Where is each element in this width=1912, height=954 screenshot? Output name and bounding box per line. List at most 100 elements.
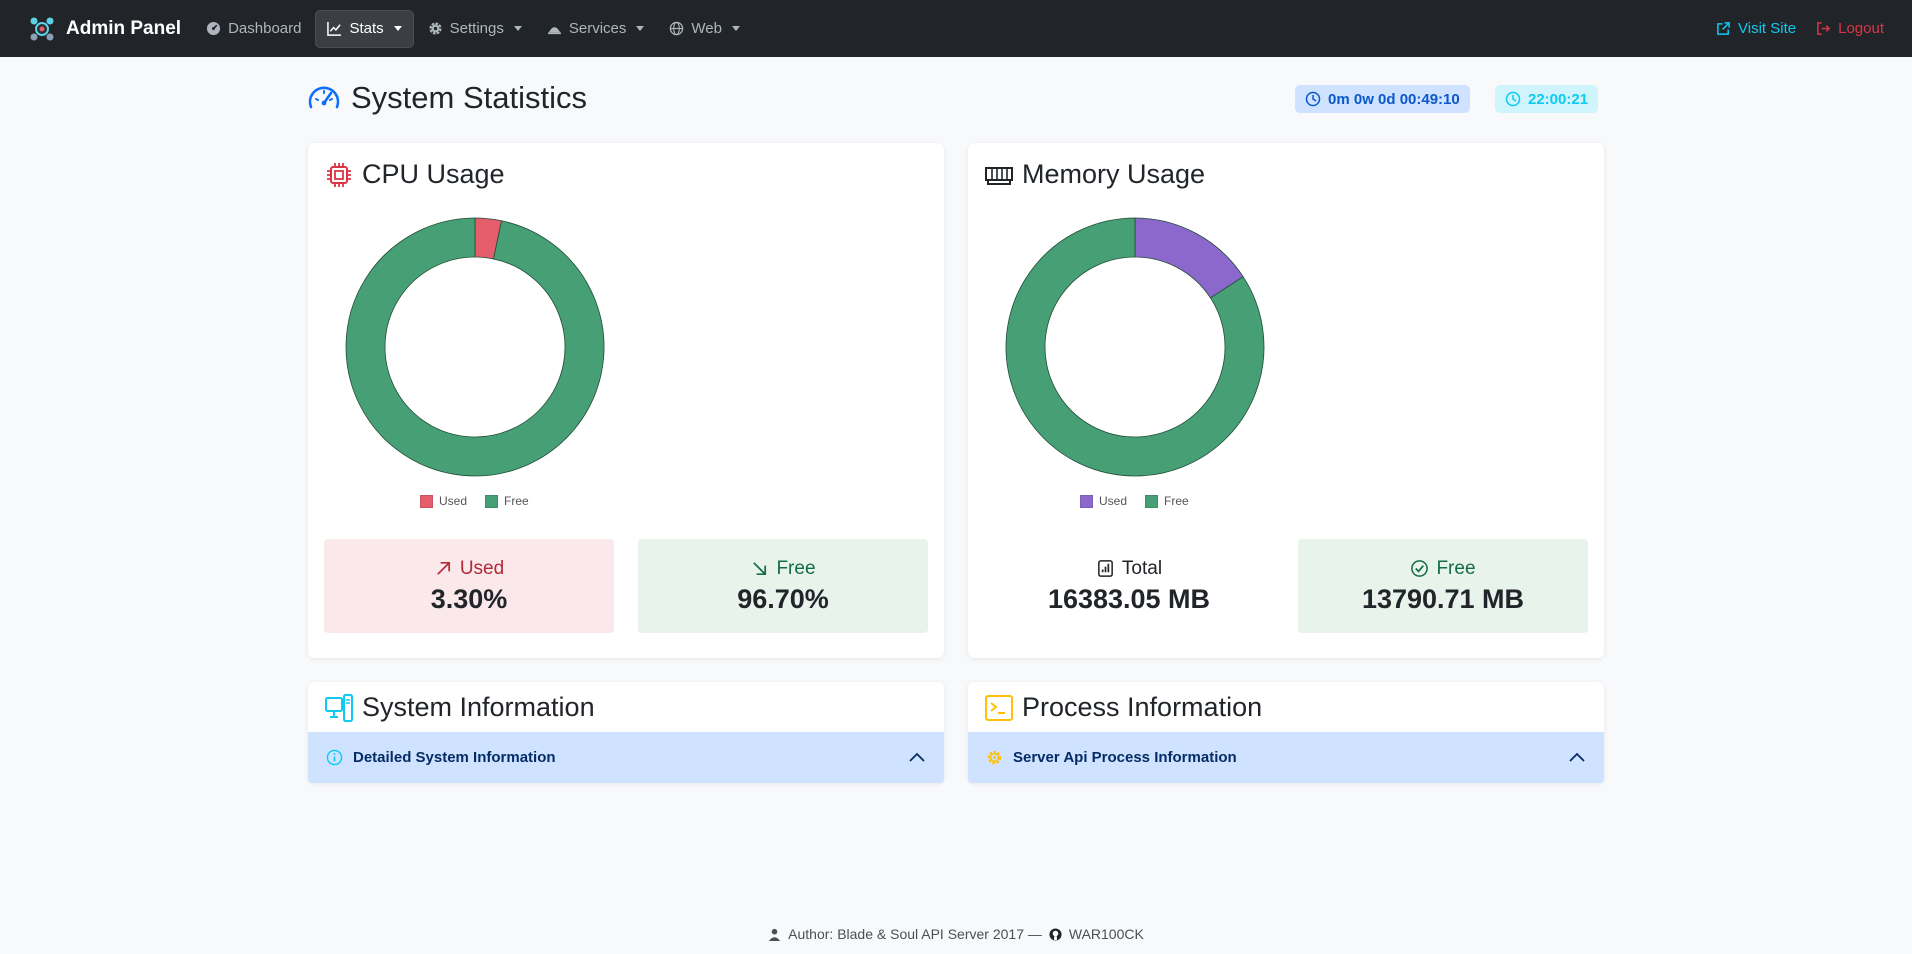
cpu-card: CPU Usage Used Free Used 3.30% Free 96.7… (308, 143, 944, 658)
memory-free-value: 13790.71 MB (1361, 583, 1525, 614)
logout-link[interactable]: Logout (1816, 20, 1884, 37)
chevron-down-icon (513, 26, 522, 31)
chevron-up-icon (1569, 752, 1585, 762)
clock-icon (1505, 91, 1521, 107)
person-icon (769, 928, 781, 941)
brand[interactable]: Admin Panel (28, 15, 181, 43)
uptime-badge: 0m 0w 0d 00:49:10 (1295, 85, 1470, 113)
clock-badge: 22:00:21 (1495, 85, 1599, 113)
terminal-icon (985, 694, 1013, 721)
nav-services[interactable]: Services (536, 10, 656, 48)
memory-card: Memory Usage Used Free Total 16383.05 MB… (968, 143, 1604, 658)
globe-icon (670, 21, 684, 36)
cpu-free-value: 96.70% (737, 583, 829, 614)
nav-stats[interactable]: Stats (315, 9, 414, 48)
memory-total-label-text: Total (1121, 557, 1163, 579)
cpu-used-label: Used (434, 558, 504, 580)
nav-right: Visit Site Logout (1716, 20, 1884, 37)
visit-site-label: Visit Site (1738, 20, 1797, 37)
system-info-card: System Information Detailed System Infor… (308, 682, 944, 783)
chart-line-icon (327, 21, 342, 36)
process-info-accordion-toggle[interactable]: Server Api Process Information (968, 732, 1604, 783)
cpu-free-label: Free (750, 557, 816, 580)
legend-label-free: Free (504, 494, 529, 508)
memory-free-label: Free (1410, 557, 1476, 580)
chevron-down-icon (731, 26, 740, 31)
nav-settings-label: Settings (449, 20, 504, 37)
bell-icon (547, 27, 561, 35)
memory-donut-chart (1005, 217, 1265, 477)
chevron-down-icon (636, 26, 645, 31)
footer-author: Author: Blade & Soul API Server 2017 — (788, 926, 1042, 942)
memory-card-title: Memory Usage (984, 159, 1205, 190)
cpu-used-value: 3.30% (430, 583, 508, 614)
legend-label-free: Free (1164, 494, 1189, 508)
cpu-free-box: Free 96.70% (638, 539, 928, 633)
speedometer-icon (308, 86, 340, 109)
process-info-card: Process Information Server Api Process I… (968, 682, 1604, 783)
memory-icon (985, 166, 1013, 185)
memory-free-label-text: Free (1436, 557, 1476, 579)
system-info-title-text: System Information (362, 692, 595, 722)
nav-dashboard-label: Dashboard (228, 20, 302, 37)
memory-free-box: Free 13790.71 MB (1298, 539, 1588, 633)
gear-icon (429, 22, 442, 35)
clock-value: 22:00:21 (1528, 90, 1589, 108)
nav-settings[interactable]: Settings (417, 10, 533, 48)
pc-display-icon (325, 693, 353, 722)
nav-stats-label: Stats (349, 20, 384, 37)
memory-legend: Used Free (1080, 494, 1189, 508)
legend-swatch-used (420, 494, 433, 508)
logout-label: Logout (1838, 20, 1884, 37)
legend-item-free[interactable]: Free (485, 494, 529, 508)
nav-dashboard[interactable]: Dashboard (195, 10, 312, 48)
cpu-free-label-text: Free (776, 557, 816, 579)
nav-web-label: Web (691, 20, 722, 37)
navbar: Admin Panel Dashboard Stats Settings Ser… (0, 0, 1912, 57)
footer: Author: Blade & Soul API Server 2017 — W… (0, 926, 1912, 942)
logout-icon (1817, 22, 1831, 35)
check-circle-icon (1411, 560, 1429, 577)
visit-site-link[interactable]: Visit Site (1716, 20, 1796, 37)
legend-label-used: Used (1099, 494, 1128, 508)
memory-total-label: Total (1096, 558, 1162, 580)
memory-title-text: Memory Usage (1022, 159, 1206, 189)
nav-web[interactable]: Web (658, 10, 751, 48)
chevron-down-icon (393, 26, 402, 31)
uptime-value: 0m 0w 0d 00:49:10 (1328, 90, 1460, 108)
cpu-used-box: Used 3.30% (324, 539, 614, 633)
donut-slice-free[interactable] (345, 217, 605, 477)
cpu-title-text: CPU Usage (362, 159, 505, 189)
process-info-title: Process Information (984, 692, 1262, 723)
legend-swatch-used (1080, 494, 1093, 508)
legend-item-used[interactable]: Used (420, 494, 467, 508)
page-title: System Statistics (307, 80, 587, 116)
cpu-card-title: CPU Usage (324, 159, 505, 190)
github-icon (1049, 927, 1062, 941)
system-info-title: System Information (324, 692, 595, 723)
process-info-accordion-label: Server Api Process Information (1013, 749, 1237, 766)
system-info-accordion-toggle[interactable]: Detailed System Information (308, 732, 944, 783)
info-circle-icon (326, 749, 343, 766)
arrow-up-right-icon (437, 561, 450, 575)
memory-total-value: 16383.05 MB (1047, 583, 1211, 614)
footer-github-link[interactable]: WAR100CK (1069, 926, 1144, 942)
process-info-title-text: Process Information (1022, 692, 1263, 722)
speedometer-icon (207, 21, 221, 36)
legend-swatch-free (1145, 494, 1159, 508)
legend-swatch-free (485, 494, 499, 508)
cpu-donut-chart (345, 217, 605, 477)
legend-label-used: Used (439, 494, 468, 508)
legend-item-used[interactable]: Used (1080, 494, 1127, 508)
donut-slice-used[interactable] (1134, 217, 1244, 299)
legend-item-free[interactable]: Free (1145, 494, 1189, 508)
external-link-icon (1717, 22, 1730, 35)
gear-icon (987, 750, 1002, 765)
page-title-text: System Statistics (351, 80, 587, 115)
memory-total-box: Total 16383.05 MB (984, 539, 1274, 633)
brand-label: Admin Panel (66, 17, 182, 39)
system-info-accordion-label: Detailed System Information (353, 749, 556, 766)
nav-services-label: Services (568, 20, 627, 37)
chevron-up-icon (909, 752, 925, 762)
clock-icon (1305, 91, 1321, 107)
